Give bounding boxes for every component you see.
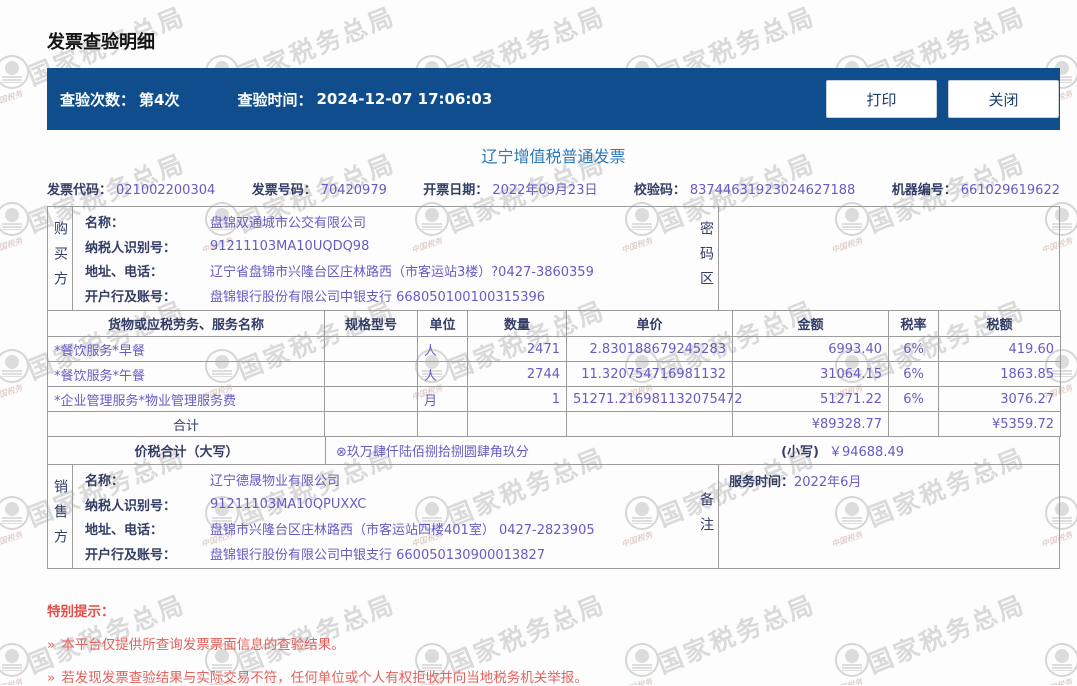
tip-line: » 本平台仅提供所查询发票票面信息的查验结果。 <box>47 637 345 653</box>
seller-fields: 名称： 辽宁德晟物业有限公司 纳税人识别号： 91211103MA10QPUXXC … <box>73 465 694 568</box>
item-row: *企业管理服务*物业管理服务费 月 1 51271.21698113207547… <box>47 386 1061 412</box>
invoice-verification-page: 发票查验明细 查验次数： 第4次 查验时间： 2024-12-07 17:06:03… <box>47 0 1061 686</box>
tax-bureau-emblem-icon <box>0 349 29 383</box>
seller-side-label: 销售方 <box>48 465 73 568</box>
seller-name: 名称： 辽宁德晟物业有限公司 <box>85 473 341 489</box>
col-tax-rate: 税率 <box>888 310 939 337</box>
grand-total-label: 价税合计（大写） <box>48 437 326 464</box>
buyer-name: 名称： 盘锦双通城市公交有限公司 <box>85 215 367 231</box>
header-buttons: 打印 关闭 <box>826 80 1059 118</box>
seller-address-phone: 地址、电话： 盘锦市兴隆台区庄林路西（市客运站四楼401室） 0427-28239… <box>85 523 595 539</box>
buyer-tax-id: 纳税人识别号： 91211103MA10UQDQ98 <box>85 238 370 256</box>
tax-bureau-emblem-icon <box>0 55 29 89</box>
col-name: 货物或应税劳务、服务名称 <box>47 310 325 337</box>
check-code: 校验码： 83744631923024627188 <box>633 182 856 198</box>
password-area-label: 密码区 <box>694 207 719 310</box>
items-total-row: 合计 ¥89328.77 ¥5359.72 <box>47 411 1061 437</box>
service-time-label: 服务时间： <box>729 475 795 490</box>
amount-in-words: ⊗玖万肆仟陆佰捌拾捌圆肆角玖分 <box>336 445 529 460</box>
check-count: 查验次数： 第4次 <box>60 89 179 110</box>
invoice-date: 开票日期： 2022年09月23日 <box>423 182 598 198</box>
check-count-label: 查验次数： <box>60 90 136 109</box>
buyer-bank-account: 开户行及账号： 盘锦银行股份有限公司中银支行 668050100100315396 <box>85 290 546 306</box>
invoice-title: 辽宁增值税普通发票 <box>481 147 626 166</box>
col-tax: 税额 <box>938 310 1061 337</box>
special-tips-title: 特别提示： <box>47 604 115 620</box>
seller-tax-id: 纳税人识别号： 91211103MA10QPUXXC <box>85 496 367 514</box>
item-row: *餐饮服务*早餐 人 2471 2.830188679245283 6993.4… <box>47 336 1061 362</box>
buyer-fields: 名称： 盘锦双通城市公交有限公司 纳税人识别号： 91211103MA10UQDQ9… <box>73 207 694 310</box>
check-time: 查验时间： 2024-12-07 17:06:03 <box>237 89 492 110</box>
check-time-value: 2024-12-07 17:06:03 <box>316 90 493 108</box>
close-button[interactable]: 关闭 <box>948 80 1059 118</box>
machine-number: 机器编号： 661029619622 <box>891 182 1060 198</box>
tax-bureau-emblem-icon <box>0 643 29 677</box>
invoice-code: 发票代码： 021002200304 <box>47 182 216 198</box>
buyer-address-phone: 地址、电话： 辽宁省盘锦市兴隆台区庄林路西（市客运站3楼）?0427-386035… <box>85 265 594 281</box>
verification-header-bar: 查验次数： 第4次 查验时间： 2024-12-07 17:06:03 打印 关闭 <box>47 68 1060 130</box>
col-spec: 规格型号 <box>324 310 418 337</box>
items-header-row: 货物或应税劳务、服务名称 规格型号 单位 数量 单价 金额 税率 税额 <box>47 310 1061 337</box>
seller-bank-account: 开户行及账号： 盘锦银行股份有限公司中银支行 660050130900013827 <box>85 548 546 564</box>
check-time-label: 查验时间： <box>237 90 313 109</box>
col-price: 单价 <box>566 310 733 337</box>
seller-section: 销售方 名称： 辽宁德晟物业有限公司 纳税人识别号： 91211103MA10QPU… <box>47 464 1060 569</box>
double-angle-bullet: » <box>47 670 56 686</box>
remark-side-label: 备注 <box>694 465 719 568</box>
double-angle-bullet: » <box>47 637 56 653</box>
items-total-tax: ¥5359.72 <box>938 411 1061 437</box>
amount-in-figures: (小写) ￥94688.49 <box>781 445 904 460</box>
item-row: *餐饮服务*午餐 人 2744 11.320754716981132 31064… <box>47 361 1061 387</box>
invoice-number: 发票号码： 70420979 <box>251 182 387 198</box>
grand-total-value: ⊗玖万肆仟陆佰捌拾捌圆肆角玖分 (小写) ￥94688.49 <box>326 437 1059 464</box>
items-total-label: 合计 <box>47 411 325 437</box>
remark-area: 服务时间：2022年6月 <box>719 465 1059 568</box>
service-time-value: 2022年6月 <box>794 475 862 490</box>
page-title: 发票查验明细 <box>47 32 155 53</box>
col-qty: 数量 <box>467 310 567 337</box>
tax-bureau-emblem-icon <box>0 202 29 236</box>
items-table: 货物或应税劳务、服务名称 规格型号 单位 数量 单价 金额 税率 税额 *餐饮服… <box>47 310 1061 437</box>
items-total-amount: ¥89328.77 <box>732 411 889 437</box>
buyer-side-label: 购买方 <box>48 207 73 310</box>
password-area <box>719 207 1059 310</box>
buyer-section: 购买方 名称： 盘锦双通城市公交有限公司 纳税人识别号： 91211103MA10U… <box>47 206 1060 311</box>
tip-line: » 若发现发票查验结果与实际交易不符，任何单位或个人有权拒收并向当地税务机关举报。 <box>47 670 588 686</box>
invoice-meta-row: 发票代码： 021002200304 发票号码： 70420979 开票日期： 202… <box>47 176 1060 200</box>
col-amount: 金额 <box>732 310 889 337</box>
check-count-value: 第4次 <box>139 90 180 109</box>
col-unit: 单位 <box>417 310 468 337</box>
grand-total-row: 价税合计（大写） ⊗玖万肆仟陆佰捌拾捌圆肆角玖分 (小写) ￥94688.49 <box>47 436 1060 465</box>
print-button[interactable]: 打印 <box>826 80 937 118</box>
tax-bureau-emblem-icon <box>0 496 29 530</box>
